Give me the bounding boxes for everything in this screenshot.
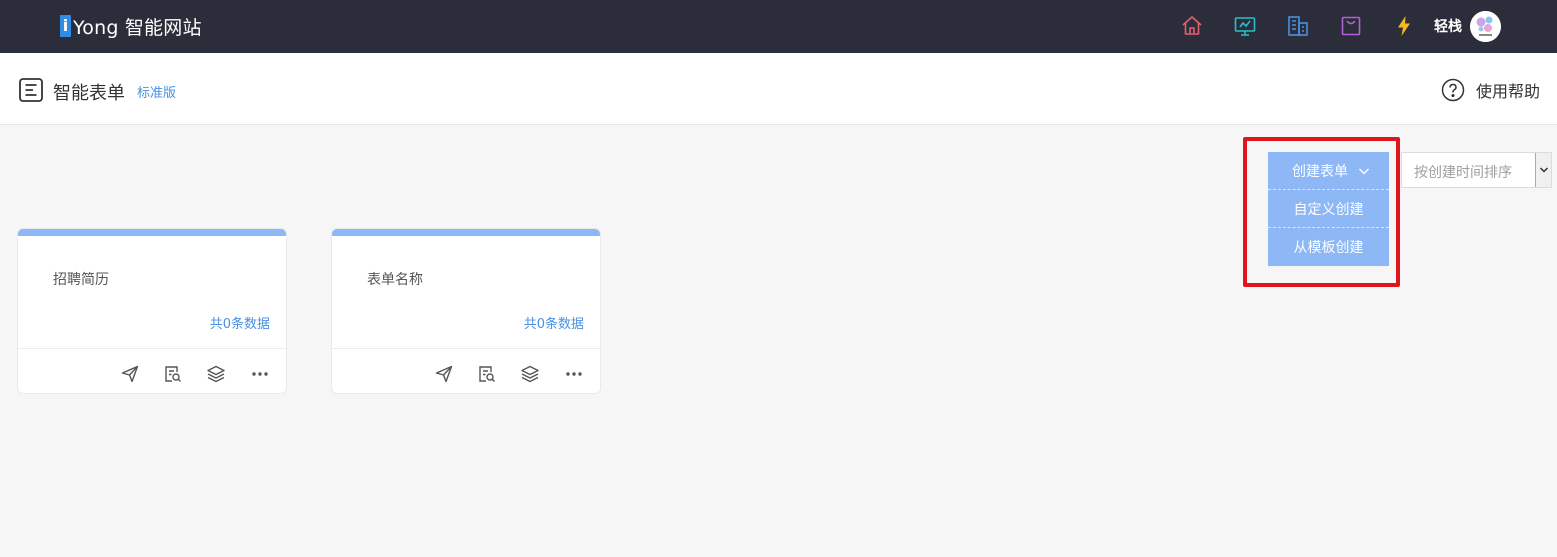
monitor-icon[interactable] [1233,14,1257,38]
user-avatar[interactable] [1470,11,1501,42]
bag-icon[interactable] [1339,14,1363,38]
chevron-down-icon [1357,164,1371,178]
form-card[interactable]: 表单名称 共0条数据 [331,228,601,394]
layers-icon[interactable] [520,364,540,384]
card-accent-bar [332,229,600,236]
card-divider [332,348,600,349]
more-icon[interactable] [250,364,270,384]
logo-text: Yong 智能网站 [73,16,202,39]
logo-mark: i [60,15,71,37]
help-icon [1441,78,1465,102]
card-divider [18,348,286,349]
create-form-dropdown: 创建表单 自定义创建 从模板创建 [1268,152,1389,266]
username[interactable]: 轻栈 [1434,16,1462,36]
layers-icon[interactable] [206,364,226,384]
form-card[interactable]: 招聘简历 共0条数据 [17,228,287,394]
card-data-count[interactable]: 共0条数据 [210,313,270,332]
page-header: 智能表单 标准版 使用帮助 [0,53,1557,125]
template-create-option[interactable]: 从模板创建 [1268,228,1389,266]
card-title: 表单名称 [367,272,423,288]
building-icon[interactable] [1286,14,1310,38]
sort-selected-value: 按创建时间排序 [1414,165,1512,181]
card-accent-bar [18,229,286,236]
lightning-icon[interactable] [1392,14,1416,38]
home-icon[interactable] [1180,14,1204,38]
form-icon [18,77,44,103]
site-logo[interactable]: i Yong 智能网站 [60,13,202,39]
page-title: 智能表单 [53,83,125,104]
chevron-down-icon [1535,153,1551,187]
preview-icon[interactable] [477,364,497,384]
card-title: 招聘简历 [53,272,109,288]
send-icon[interactable] [434,364,454,384]
edition-link[interactable]: 标准版 [137,82,176,101]
sort-select[interactable]: 按创建时间排序 [1401,152,1552,188]
more-icon[interactable] [564,364,584,384]
top-navigation-bar: i Yong 智能网站 轻栈 [0,0,1557,53]
create-form-button[interactable]: 创建表单 [1268,152,1389,190]
card-data-count[interactable]: 共0条数据 [524,313,584,332]
create-form-label: 创建表单 [1292,163,1348,180]
preview-icon[interactable] [163,364,183,384]
custom-create-option[interactable]: 自定义创建 [1268,190,1389,228]
help-label: 使用帮助 [1476,82,1541,101]
help-button[interactable]: 使用帮助 [1441,78,1540,102]
send-icon[interactable] [120,364,140,384]
